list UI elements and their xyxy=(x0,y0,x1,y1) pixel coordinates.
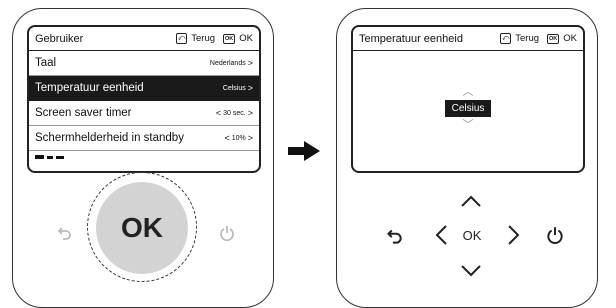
right-controller: Temperatuur eenheid ⤺ Terug OK OK ︿ Cels… xyxy=(336,8,598,308)
screen-header: Temperatuur eenheid ⤺ Terug OK OK xyxy=(353,27,583,51)
right-display: Temperatuur eenheid ⤺ Terug OK OK ︿ Cels… xyxy=(351,25,585,173)
right-arrow-icon xyxy=(288,141,320,161)
nav-down-button[interactable] xyxy=(459,259,483,283)
menu-item-label: Temperatuur eenheid xyxy=(35,82,144,94)
menu-item-temperatuur-eenheid[interactable]: Temperatuur eenheid Celsius > xyxy=(29,76,259,101)
caret-up-icon[interactable]: ︿ xyxy=(463,87,474,98)
chevron-right-icon: > xyxy=(247,108,253,118)
ok-icon: OK xyxy=(547,33,560,44)
ok-button-label: OK xyxy=(121,212,163,243)
menu-item-label: Screen saver timer xyxy=(35,107,132,119)
ok-button[interactable]: OK xyxy=(96,182,188,274)
ok-icon: OK xyxy=(223,33,236,44)
unit-selector: ︿ Celsius ﹀ xyxy=(353,87,583,131)
chevron-up-icon xyxy=(461,195,481,207)
power-icon[interactable] xyxy=(218,224,236,247)
chevron-left-icon xyxy=(435,225,447,245)
power-glyph-icon xyxy=(220,226,234,242)
nav-up-button[interactable] xyxy=(459,189,483,213)
menu-item-value-group: < 30 sec. > xyxy=(216,108,253,118)
menu-item-value: Celsius xyxy=(222,84,246,92)
menu-item-value: Nederlands xyxy=(209,59,246,67)
screen-title: Temperatuur eenheid xyxy=(359,32,463,45)
power-button[interactable] xyxy=(543,223,567,247)
left-display: Gebruiker ⤺ Terug OK OK Taal Nederlands … xyxy=(27,25,261,173)
back-label: Terug xyxy=(191,33,216,44)
caret-down-icon[interactable]: ﹀ xyxy=(463,120,474,131)
chevron-down-icon xyxy=(461,265,481,277)
screen-title: Gebruiker xyxy=(35,32,84,45)
nav-left-button[interactable] xyxy=(429,223,453,247)
screen-header: Gebruiker ⤺ Terug OK OK xyxy=(29,27,259,51)
back-arrow-icon xyxy=(387,229,402,244)
selected-unit[interactable]: Celsius xyxy=(444,100,492,117)
chevron-left-icon: < xyxy=(215,108,222,118)
chevron-left-icon: < xyxy=(224,133,230,143)
menu-item-partial xyxy=(29,151,259,159)
chevron-right-icon: > xyxy=(247,58,253,68)
ok-label: OK xyxy=(239,33,253,44)
back-icon: ⤺ xyxy=(500,33,512,44)
back-button[interactable] xyxy=(382,224,406,248)
menu-item-taal[interactable]: Taal Nederlands > xyxy=(29,51,259,76)
nav-right-button[interactable] xyxy=(502,223,526,247)
menu-item-label: Taal xyxy=(35,57,57,69)
menu-item-value-group: Celsius > xyxy=(223,83,253,93)
back-icon[interactable] xyxy=(55,224,73,247)
menu-item-value-group: < 10% > xyxy=(224,133,253,143)
menu-item-schermhelderheid[interactable]: Schermhelderheid in standby < 10% > xyxy=(29,126,259,151)
menu-item-value-group: Nederlands > xyxy=(210,58,253,68)
nav-ok-button[interactable]: OK xyxy=(459,224,485,246)
menu-item-value: 30 sec. xyxy=(223,109,246,117)
chevron-right-icon: > xyxy=(247,133,253,143)
chevron-right-icon: > xyxy=(247,83,253,93)
back-arrow-icon xyxy=(57,227,71,240)
header-actions: ⤺ Terug OK OK xyxy=(500,33,577,44)
menu-item-value: 10% xyxy=(231,134,246,142)
cut-off-row-text xyxy=(35,155,64,159)
menu-item-screen-saver-timer[interactable]: Screen saver timer < 30 sec. > xyxy=(29,101,259,126)
chevron-right-icon xyxy=(508,225,520,245)
header-actions: ⤺ Terug OK OK xyxy=(176,33,253,44)
ok-label: OK xyxy=(563,33,577,44)
back-label: Terug xyxy=(515,33,540,44)
back-icon: ⤺ xyxy=(176,33,188,44)
menu-item-label: Schermhelderheid in standby xyxy=(35,132,184,144)
power-icon xyxy=(547,227,563,244)
